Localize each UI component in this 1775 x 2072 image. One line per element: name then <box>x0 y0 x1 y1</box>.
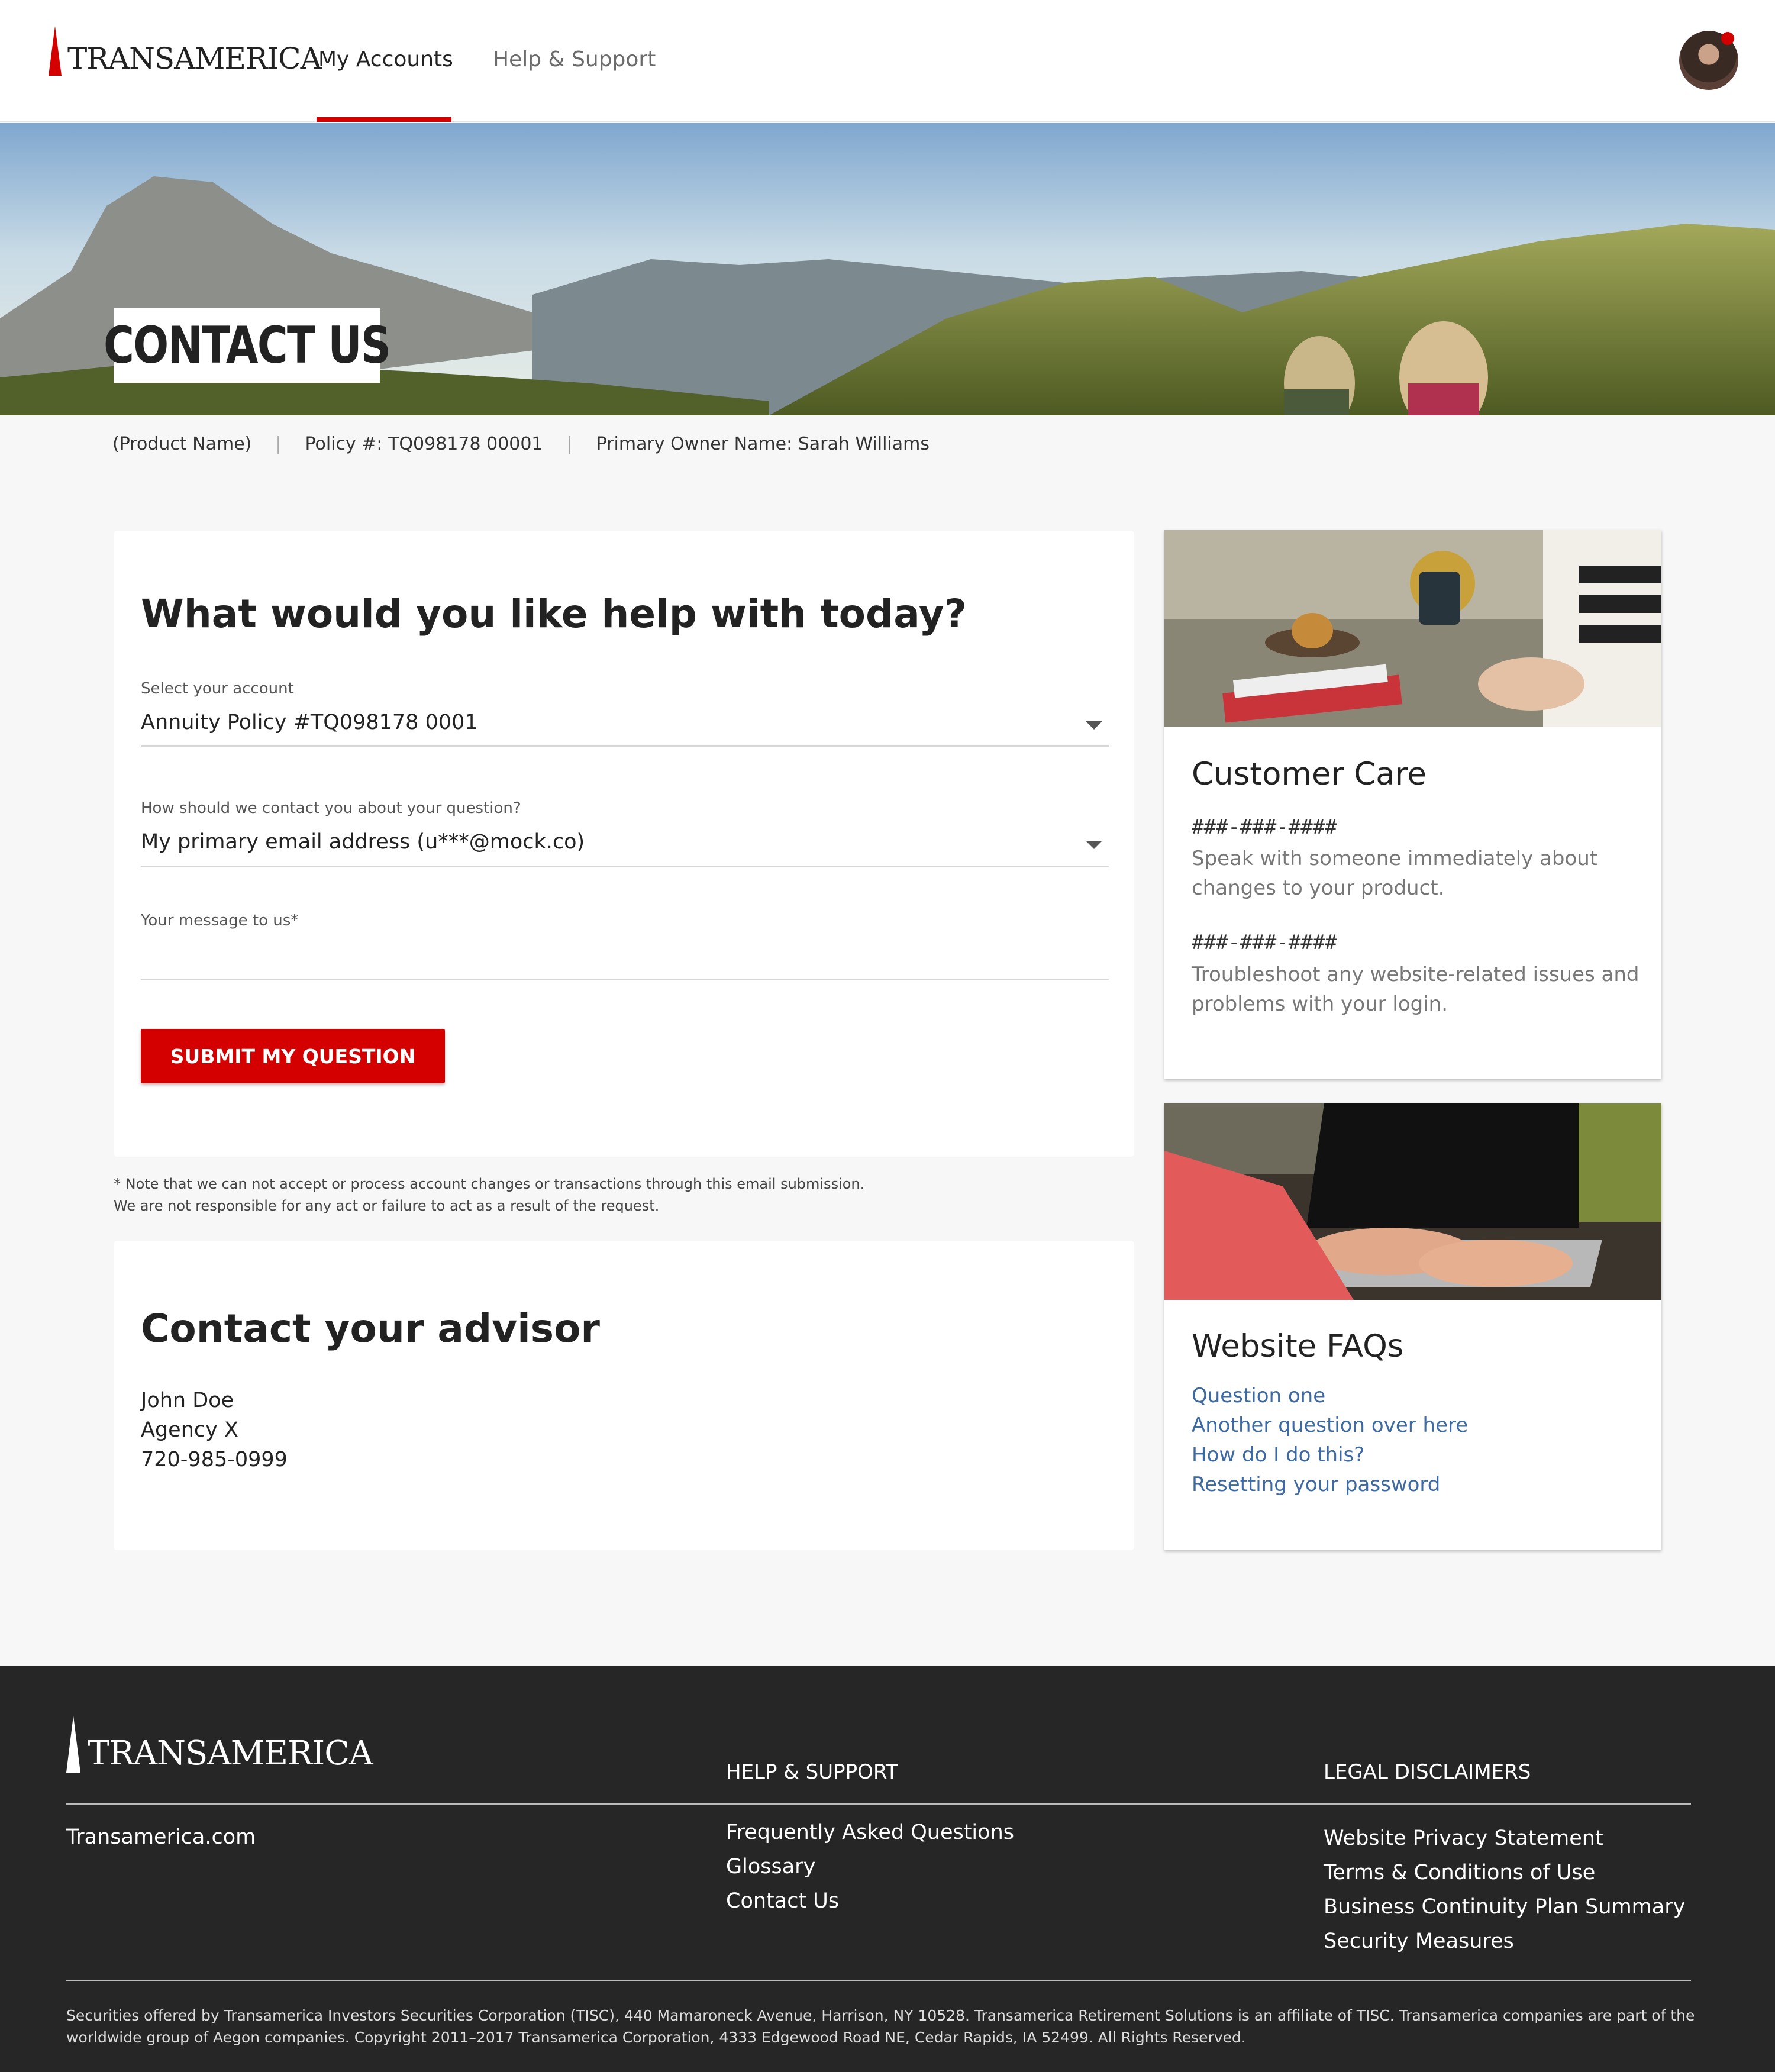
support-desc-1: Speak with someone immediately about cha… <box>1192 847 1598 900</box>
pyramid-logo-icon <box>66 1716 80 1773</box>
footer-link-glossary[interactable]: Glossary <box>726 1855 815 1879</box>
footer-link-continuity[interactable]: Business Continuity Plan Summary <box>1324 1895 1685 1919</box>
top-header: TRANSAMERICA My Accounts Help & Support <box>0 0 1775 122</box>
transamerica-logo[interactable]: TRANSAMERICA <box>49 22 322 76</box>
contact-method-underline <box>141 866 1109 867</box>
account-select-underline <box>141 745 1109 747</box>
note-line-2: We are not responsible for any act or fa… <box>114 1198 660 1214</box>
footer-link-security[interactable]: Security Measures <box>1324 1929 1514 1953</box>
nav-my-accounts[interactable]: My Accounts <box>318 47 453 72</box>
advisor-heading: Contact your advisor <box>141 1306 600 1351</box>
customer-care-title: Customer Care <box>1192 756 1427 792</box>
footer-link-contact-us[interactable]: Contact Us <box>726 1889 839 1913</box>
footer-link-terms[interactable]: Terms & Conditions of Use <box>1324 1861 1595 1884</box>
faqs-title: Website FAQs <box>1192 1328 1404 1364</box>
notification-dot-icon <box>1721 32 1734 45</box>
policy-number: Policy #: TQ098178 00001 <box>305 434 543 454</box>
advisor-card: Contact your advisor John Doe Agency X 7… <box>114 1241 1134 1550</box>
page-title: CONTACT US <box>104 316 391 375</box>
product-name: (Product Name) <box>112 434 252 454</box>
footer-logo[interactable]: TRANSAMERICA <box>66 1716 373 1773</box>
footer-link-privacy[interactable]: Website Privacy Statement <box>1324 1826 1603 1850</box>
account-select-label: Select your account <box>141 680 294 698</box>
site-footer: TRANSAMERICA HELP & SUPPORT LEGAL DISCLA… <box>0 1666 1775 2072</box>
separator: | <box>275 434 282 454</box>
logo-wordmark: TRANSAMERICA <box>67 41 322 76</box>
support-desc-2: Troubleshoot any website-related issues … <box>1192 963 1640 1016</box>
advisor-name: John Doe <box>141 1389 234 1412</box>
footer-help-heading: HELP & SUPPORT <box>726 1760 898 1784</box>
separator: | <box>566 434 573 454</box>
customer-care-card: Customer Care ###-###-#### Speak with so… <box>1164 530 1661 1079</box>
faq-link-reset-password[interactable]: Resetting your password <box>1192 1473 1440 1496</box>
footer-logo-wordmark: TRANSAMERICA <box>88 1734 373 1773</box>
page-title-box: CONTACT US <box>104 308 391 383</box>
disclaimer-note: * Note that we can not accept or process… <box>114 1173 864 1217</box>
active-tab-indicator <box>317 117 451 122</box>
pyramid-logo-icon <box>49 26 62 76</box>
message-input[interactable] <box>141 979 1109 980</box>
chevron-down-icon[interactable] <box>1086 721 1102 730</box>
footer-link-faq[interactable]: Frequently Asked Questions <box>726 1821 1014 1844</box>
footer-divider-bottom <box>66 1980 1691 1981</box>
primary-owner: Primary Owner Name: Sarah Williams <box>596 434 930 454</box>
help-heading: What would you like help with today? <box>141 591 967 637</box>
submit-question-button[interactable]: SUBMIT MY QUESTION <box>141 1029 445 1083</box>
note-line-1: * Note that we can not accept or process… <box>114 1176 865 1192</box>
nav-help-support[interactable]: Help & Support <box>493 47 656 72</box>
footer-legal-heading: LEGAL DISCLAIMERS <box>1324 1760 1531 1784</box>
contact-method-label: How should we contact you about your que… <box>141 799 521 817</box>
footer-disclaimer: Securities offered by Transamerica Inves… <box>66 2007 1695 2046</box>
help-form-card: What would you like help with today? Sel… <box>114 531 1134 1157</box>
hero-banner: CONTACT US <box>0 123 1775 415</box>
laptop-image <box>1164 1103 1661 1300</box>
footer-divider-top <box>66 1803 1691 1805</box>
message-label: Your message to us* <box>141 912 299 930</box>
support-phone-1[interactable]: ###-###-#### <box>1192 815 1337 839</box>
support-phone-2[interactable]: ###-###-#### <box>1192 931 1337 954</box>
account-select[interactable]: Annuity Policy #TQ098178 0001 <box>141 711 478 734</box>
faq-link-how-do-i[interactable]: How do I do this? <box>1192 1443 1364 1467</box>
customer-care-image <box>1164 530 1661 727</box>
faq-link-question-one[interactable]: Question one <box>1192 1384 1325 1408</box>
advisor-agency: Agency X <box>141 1418 238 1442</box>
advisor-phone[interactable]: 720-985-0999 <box>141 1448 288 1471</box>
faq-link-another-question[interactable]: Another question over here <box>1192 1413 1468 1437</box>
footer-site-link[interactable]: Transamerica.com <box>66 1825 256 1849</box>
policy-info-bar: (Product Name) | Policy #: TQ098178 0000… <box>112 434 930 454</box>
contact-method-select[interactable]: My primary email address (u***@mock.co) <box>141 830 585 854</box>
website-faqs-card: Website FAQs Question one Another questi… <box>1164 1103 1661 1550</box>
chevron-down-icon[interactable] <box>1086 841 1102 849</box>
